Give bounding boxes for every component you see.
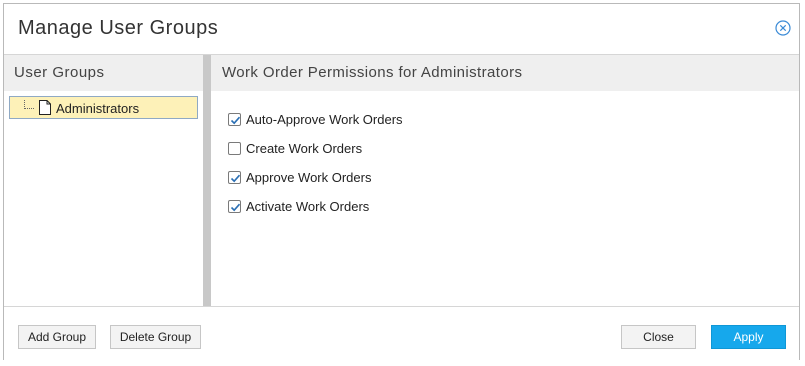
permission-label: Auto-Approve Work Orders bbox=[246, 112, 403, 127]
panel-splitter[interactable] bbox=[203, 55, 211, 306]
delete-group-button[interactable]: Delete Group bbox=[110, 325, 201, 349]
tree-item-label: Administrators bbox=[56, 101, 140, 116]
permission-label: Activate Work Orders bbox=[246, 199, 370, 214]
apply-button[interactable]: Apply bbox=[711, 325, 786, 349]
add-group-button[interactable]: Add Group bbox=[18, 325, 96, 349]
document-icon bbox=[39, 100, 51, 115]
tree-connector bbox=[24, 100, 34, 109]
permissions-header: Work Order Permissions for Administrator… bbox=[211, 55, 799, 91]
dialog-title-bar: Manage User Groups bbox=[4, 4, 799, 55]
checkbox-create[interactable] bbox=[228, 142, 241, 155]
manage-user-groups-dialog: Manage User Groups User Groups Administr… bbox=[3, 3, 800, 360]
checkbox-auto-approve[interactable] bbox=[228, 113, 241, 126]
permission-label: Approve Work Orders bbox=[246, 170, 372, 185]
close-circle-icon[interactable] bbox=[775, 20, 791, 36]
permissions-panel: Work Order Permissions for Administrator… bbox=[211, 55, 799, 306]
dialog-footer: Add Group Delete Group Close Apply bbox=[4, 306, 799, 360]
user-groups-title: User Groups bbox=[14, 64, 105, 81]
permission-label: Create Work Orders bbox=[246, 141, 363, 156]
dialog-title: Manage User Groups bbox=[18, 17, 219, 39]
close-button[interactable]: Close bbox=[621, 325, 696, 349]
user-groups-header: User Groups bbox=[4, 55, 203, 91]
user-groups-panel: User Groups Administrators bbox=[4, 55, 203, 306]
tree-item-administrators[interactable]: Administrators bbox=[9, 96, 198, 119]
checkbox-activate[interactable] bbox=[228, 200, 241, 213]
permissions-title: Work Order Permissions for Administrator… bbox=[222, 64, 523, 81]
checkbox-approve[interactable] bbox=[228, 171, 241, 184]
